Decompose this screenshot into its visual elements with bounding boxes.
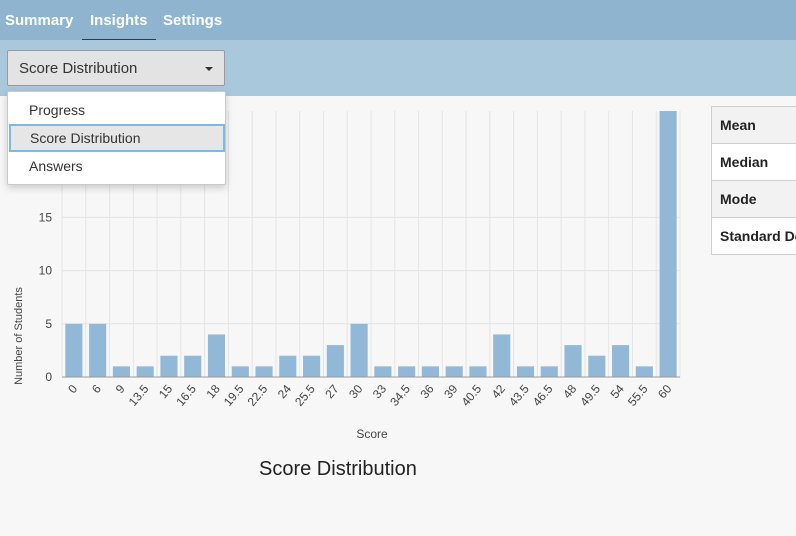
x-tick-label: 36	[417, 382, 437, 401]
chart-title: Score Distribution	[259, 458, 417, 480]
y-tick-label: 10	[39, 264, 53, 278]
bar-score-16.5	[184, 355, 202, 377]
x-tick-label: 6	[89, 382, 104, 396]
bar-score-49.5	[588, 355, 606, 377]
x-tick-label: 34.5	[387, 382, 413, 409]
x-tick-label: 18	[203, 382, 223, 401]
bar-score-25.5	[303, 355, 321, 377]
bar-score-9	[112, 366, 130, 377]
y-tick-label: 0	[45, 370, 52, 384]
bar-score-43.5	[516, 366, 535, 377]
tab-insights[interactable]: Insights	[82, 0, 156, 42]
tab-summary[interactable]: Summary	[5, 0, 73, 40]
x-tick-label: 22.5	[245, 382, 271, 409]
x-tick-label: 55.5	[625, 382, 651, 409]
stat-mode-label: Mode	[712, 181, 796, 218]
menu-item-answers[interactable]: Answers	[8, 152, 225, 180]
stats-table: Mean Median Mode Standard De	[711, 106, 796, 255]
stat-mean-label: Mean	[712, 107, 796, 144]
bar-score-42	[493, 334, 511, 377]
x-tick-label: 30	[346, 382, 366, 401]
x-tick-label: 27	[322, 382, 342, 401]
x-tick-label: 19.5	[221, 382, 247, 409]
bar-score-15	[160, 355, 178, 377]
x-tick-label: 49.5	[577, 382, 603, 409]
bar-score-60	[659, 111, 677, 377]
top-nav: Summary Insights Settings	[0, 0, 796, 42]
bar-score-36	[421, 366, 439, 377]
x-tick-label: 39	[441, 382, 461, 401]
bar-score-55.5	[635, 366, 653, 377]
stat-stddev-label: Standard De	[720, 228, 796, 244]
x-axis-label: Score	[356, 427, 388, 441]
bar-score-0	[65, 323, 83, 377]
bar-score-54	[612, 345, 630, 377]
bar-score-40.5	[469, 366, 487, 377]
y-tick-label: 5	[45, 317, 52, 331]
bar-score-34.5	[398, 366, 416, 377]
x-tick-label: 48	[560, 382, 580, 401]
bar-score-19.5	[231, 366, 249, 377]
menu-item-score-distribution[interactable]: Score Distribution	[9, 124, 225, 152]
bar-score-13.5	[136, 366, 154, 377]
stat-median-label: Median	[712, 144, 796, 181]
x-tick-label: 60	[655, 382, 675, 401]
bar-score-46.5	[540, 366, 558, 377]
x-tick-label: 16.5	[173, 382, 199, 409]
y-tick-label: 15	[39, 210, 53, 224]
bar-score-24	[279, 355, 297, 377]
x-tick-label: 9	[113, 382, 128, 396]
x-tick-label: 0	[65, 382, 80, 396]
x-tick-label: 46.5	[530, 382, 556, 409]
x-tick-label: 24	[275, 382, 295, 401]
bar-score-48	[564, 345, 582, 377]
menu-item-progress[interactable]: Progress	[8, 96, 225, 124]
bar-score-30	[350, 323, 368, 377]
bar-score-22.5	[255, 366, 273, 377]
bar-score-27	[326, 345, 344, 377]
x-tick-label: 54	[608, 382, 628, 401]
x-tick-label: 13.5	[126, 382, 152, 409]
bar-score-39	[445, 366, 463, 377]
view-dropdown-value: Score Distribution	[19, 60, 138, 77]
bar-score-6	[89, 323, 107, 377]
y-axis-label: Number of Students	[13, 287, 25, 385]
x-tick-label: 40.5	[459, 382, 485, 409]
x-tick-label: 25.5	[292, 382, 318, 409]
bar-score-33	[374, 366, 392, 377]
view-dropdown[interactable]: Score Distribution	[7, 50, 225, 86]
x-tick-label: 42	[489, 382, 509, 401]
bar-score-18	[207, 334, 226, 377]
x-tick-label: 33	[370, 382, 390, 401]
view-dropdown-menu: Progress Score Distribution Answers	[7, 91, 226, 185]
caret-down-icon	[205, 67, 213, 71]
tab-settings[interactable]: Settings	[163, 0, 222, 40]
x-tick-label: 15	[156, 382, 176, 401]
x-tick-label: 43.5	[506, 382, 532, 409]
